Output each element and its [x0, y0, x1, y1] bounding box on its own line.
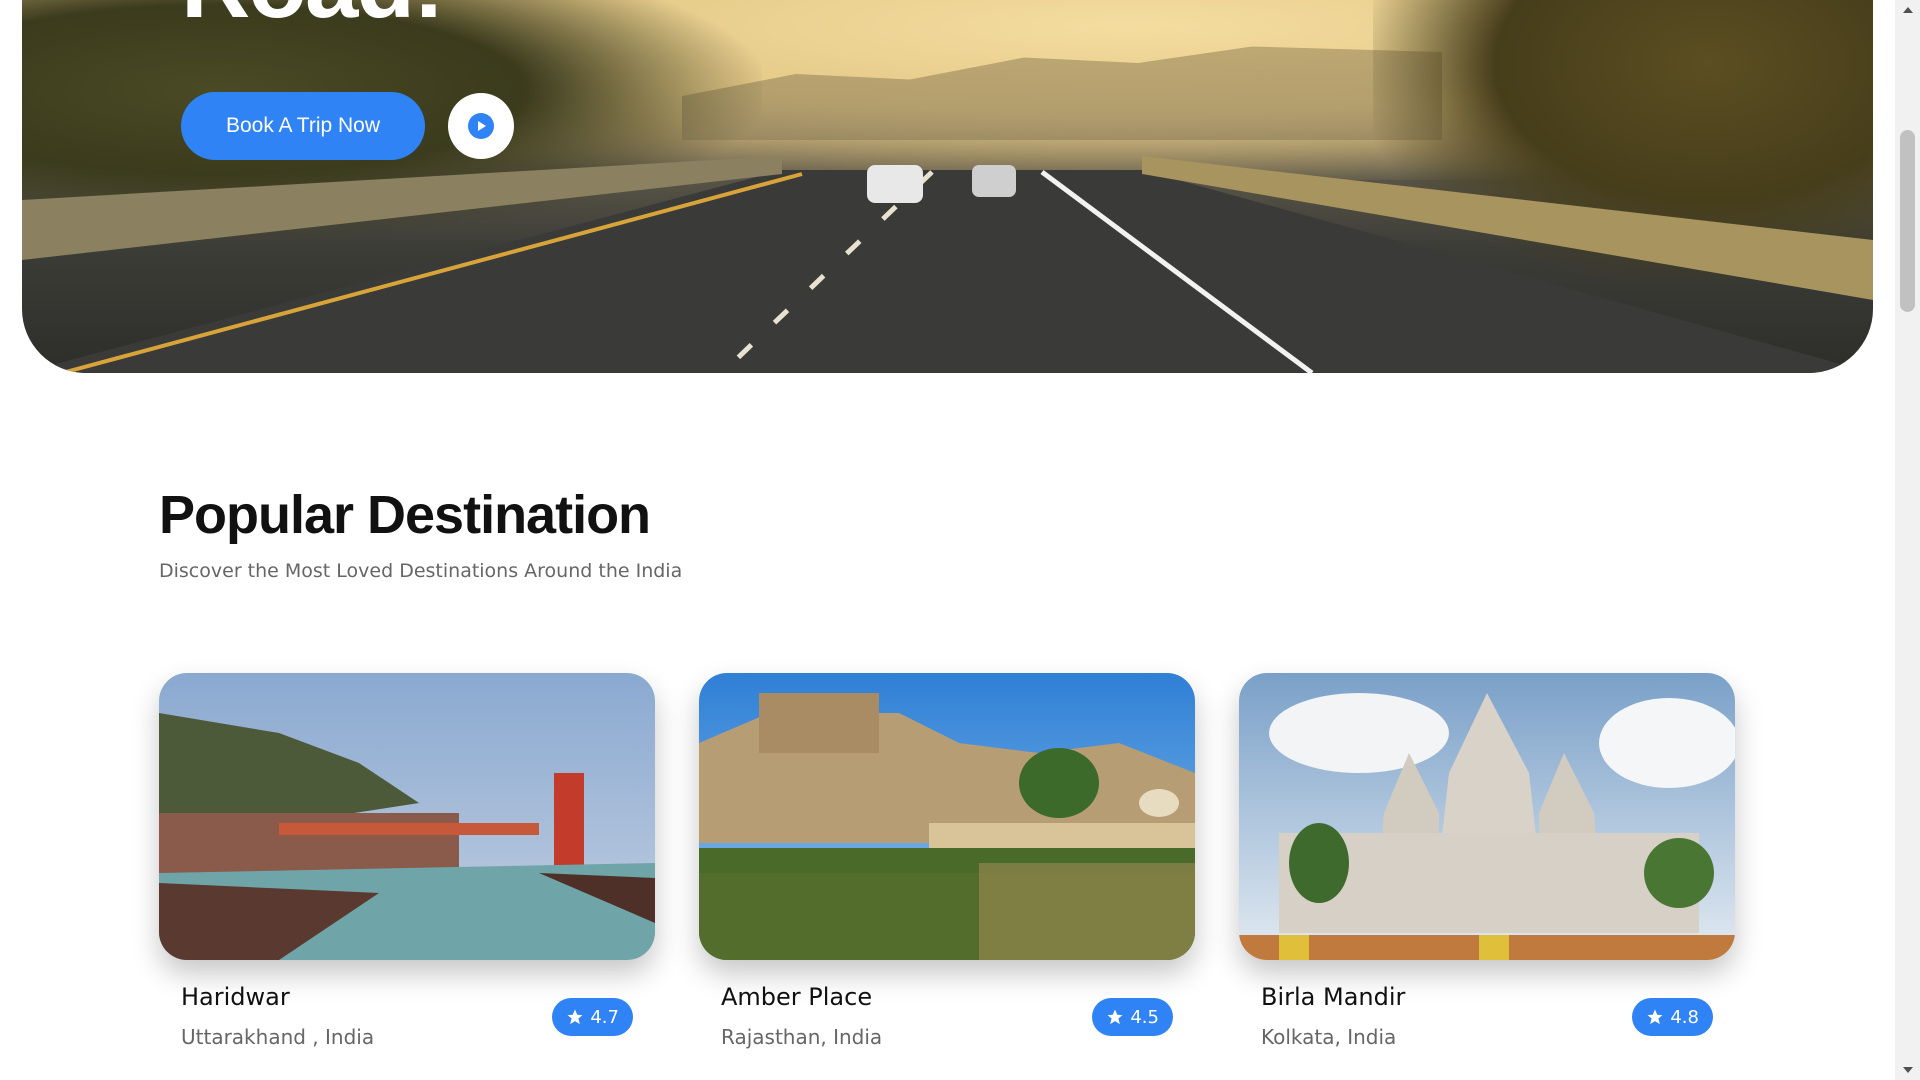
destination-name[interactable]: Haridwar: [181, 983, 290, 1011]
destination-card[interactable]: Haridwar Uttarakhand , India 4.7: [159, 673, 655, 1068]
book-trip-button[interactable]: Book A Trip Now: [181, 92, 425, 160]
vertical-scrollbar[interactable]: [1895, 0, 1920, 1080]
rating-badge: 4.5: [1092, 998, 1173, 1036]
star-icon: [567, 1009, 583, 1025]
destination-image[interactable]: [1239, 673, 1735, 960]
destination-name[interactable]: Amber Place: [721, 983, 872, 1011]
play-icon: [468, 113, 494, 139]
destination-card[interactable]: Amber Place Rajasthan, India 4.5: [699, 673, 1195, 1068]
amber-palace-photo: [699, 673, 1195, 960]
rating-badge: 4.8: [1632, 998, 1713, 1036]
rating-value: 4.8: [1670, 1006, 1699, 1028]
haridwar-photo: [159, 673, 655, 960]
section-title: Popular Destination: [159, 485, 651, 545]
section-subtitle: Discover the Most Loved Destinations Aro…: [159, 560, 683, 582]
destination-image[interactable]: [159, 673, 655, 960]
hero-banner: Road! Book A Trip Now: [22, 0, 1873, 373]
destination-image[interactable]: [699, 673, 1195, 960]
rating-value: 4.7: [590, 1006, 619, 1028]
scrollbar-thumb[interactable]: [1900, 130, 1915, 312]
birla-mandir-photo: [1239, 673, 1735, 960]
hero-title: Road!: [181, 0, 445, 40]
destination-location: Rajasthan, India: [721, 1025, 883, 1049]
destination-location: Kolkata, India: [1261, 1025, 1397, 1049]
rating-value: 4.5: [1130, 1006, 1159, 1028]
rating-badge: 4.7: [552, 998, 633, 1036]
play-video-button[interactable]: [448, 93, 514, 159]
destination-name[interactable]: Birla Mandir: [1261, 983, 1405, 1011]
scroll-up-arrow-icon[interactable]: [1895, 0, 1920, 20]
scroll-down-arrow-icon[interactable]: [1895, 1060, 1920, 1080]
star-icon: [1107, 1009, 1123, 1025]
destination-card[interactable]: Birla Mandir Kolkata, India 4.8: [1239, 673, 1735, 1068]
destination-location: Uttarakhand , India: [181, 1025, 375, 1049]
page: Road! Book A Trip Now Popular Destinatio…: [0, 0, 1895, 1080]
star-icon: [1647, 1009, 1663, 1025]
hero-road-image: [22, 156, 1873, 373]
